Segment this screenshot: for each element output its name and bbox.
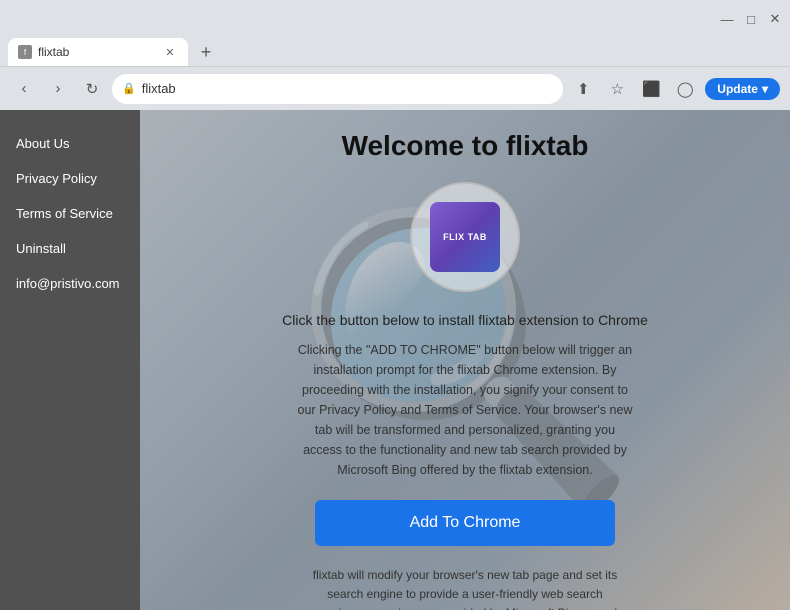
sidebar-item-terms-of-service[interactable]: Terms of Service (0, 196, 140, 231)
title-bar: — □ ✕ (0, 0, 790, 32)
new-tab-button[interactable]: + (192, 38, 220, 66)
page-title: Welcome to flixtab (342, 130, 589, 162)
profile-icon[interactable]: ◯ (671, 75, 699, 103)
sidebar: About Us Privacy Policy Terms of Service… (0, 110, 140, 610)
title-bar-controls: — □ ✕ (720, 12, 782, 26)
tab-title: flixtab (38, 45, 69, 59)
toolbar: ‹ › ↻ 🔒 flixtab ⬆ ☆ ⬛ ◯ Update ▾ (0, 66, 790, 110)
sidebar-item-email[interactable]: info@pristivo.com (0, 266, 140, 301)
restore-btn[interactable]: □ (744, 12, 758, 26)
install-prompt: Click the button below to install flixta… (282, 312, 648, 328)
sidebar-item-about-us[interactable]: About Us (0, 126, 140, 161)
tab-bar: f flixtab ✕ + (0, 32, 790, 66)
reload-button[interactable]: ↻ (78, 75, 106, 103)
tab-close-btn[interactable]: ✕ (162, 44, 178, 60)
update-chevron: ▾ (762, 82, 768, 96)
description-text: Clicking the "ADD TO CHROME" button belo… (295, 340, 635, 480)
toolbar-actions: ⬆ ☆ ⬛ ◯ Update ▾ (569, 75, 780, 103)
add-to-chrome-button[interactable]: Add To Chrome (315, 500, 615, 546)
content-area: Welcome to flixtab FLIX TAB Click the bu… (140, 110, 790, 610)
bookmark-icon[interactable]: ☆ (603, 75, 631, 103)
main-content: 🔍 Welcome to flixtab FLIX TAB Click the … (140, 110, 790, 610)
forward-button[interactable]: › (44, 75, 72, 103)
minimize-btn[interactable]: — (720, 12, 734, 26)
close-btn[interactable]: ✕ (768, 12, 782, 26)
lock-icon: 🔒 (122, 82, 136, 95)
logo-inner: FLIX TAB (430, 202, 500, 272)
address-bar[interactable]: 🔒 flixtab (112, 74, 563, 104)
sidebar-item-privacy-policy[interactable]: Privacy Policy (0, 161, 140, 196)
back-button[interactable]: ‹ (10, 75, 38, 103)
update-label: Update (717, 82, 758, 96)
address-text: flixtab (142, 81, 176, 96)
logo-circle: FLIX TAB (410, 182, 520, 292)
footer-text: flixtab will modify your browser's new t… (295, 566, 635, 610)
extensions-icon[interactable]: ⬛ (637, 75, 665, 103)
browser-chrome: — □ ✕ f flixtab ✕ + ‹ › ↻ 🔒 flixtab ⬆ ☆ … (0, 0, 790, 110)
share-icon[interactable]: ⬆ (569, 75, 597, 103)
sidebar-item-uninstall[interactable]: Uninstall (0, 231, 140, 266)
page-wrapper: About Us Privacy Policy Terms of Service… (0, 110, 790, 610)
update-button[interactable]: Update ▾ (705, 78, 780, 100)
active-tab[interactable]: f flixtab ✕ (8, 38, 188, 66)
tab-favicon: f (18, 45, 32, 59)
logo-text: FLIX TAB (443, 232, 487, 242)
